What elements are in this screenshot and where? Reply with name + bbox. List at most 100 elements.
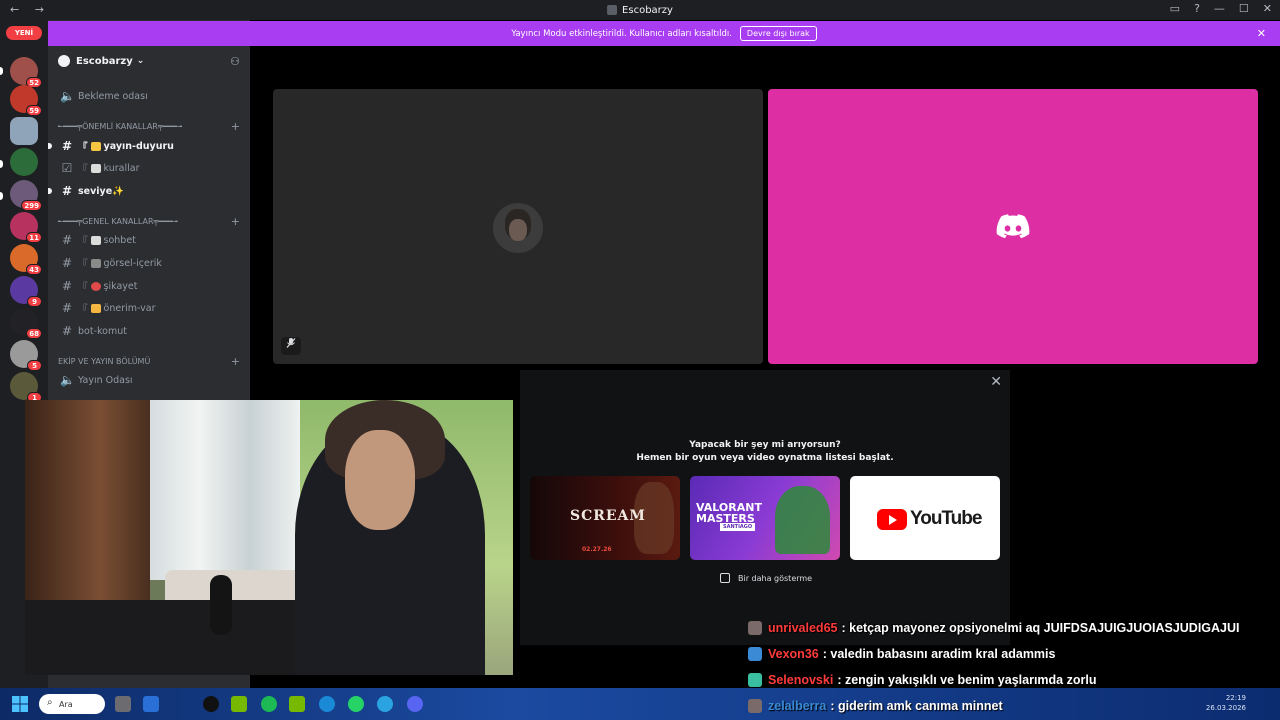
server-icon-6[interactable]: 11 bbox=[10, 212, 42, 243]
server-header[interactable]: Escobarzy ⌄ ⚇ bbox=[48, 48, 250, 74]
whatsapp-app-icon[interactable] bbox=[348, 696, 364, 712]
category-team[interactable]: EKİP VE YAYIN BÖLÜMÜ + bbox=[58, 354, 240, 368]
category-important[interactable]: ╾━━━╤ÖNEMLİ KANALLAR╤━━━╼ + bbox=[58, 119, 240, 133]
channel-name: bot-komut bbox=[78, 325, 127, 337]
channel-prefix: 『 bbox=[78, 259, 88, 270]
youtube-logo: YouTube bbox=[877, 508, 982, 530]
voice-channel-yayin[interactable]: 🔈 Yayın Odası bbox=[60, 371, 133, 389]
close-banner-icon[interactable]: ✕ bbox=[1257, 27, 1266, 40]
title-bar: ← → Escobarzy ▭ ? — ☐ ✕ bbox=[0, 0, 1280, 20]
close-window-button[interactable]: ✕ bbox=[1263, 2, 1272, 15]
youtube-play-icon bbox=[877, 508, 907, 530]
channel-sikayet[interactable]: # 『 şikayet bbox=[60, 277, 137, 295]
nvidia-app-icon[interactable] bbox=[231, 696, 247, 712]
minimize-button[interactable]: — bbox=[1214, 2, 1225, 15]
card-subtitle: 02.27.26 bbox=[582, 546, 612, 553]
spotify-app-icon[interactable] bbox=[261, 696, 277, 712]
channel-prefix: 『 bbox=[78, 164, 88, 175]
help-icon[interactable]: ? bbox=[1194, 2, 1200, 15]
activity-card-valorant[interactable]: VALORANT MASTERS SANTIAGO bbox=[690, 476, 840, 560]
server-icon-7[interactable]: 43 bbox=[10, 244, 42, 275]
activity-subheading: Hemen bir oyun veya video oynatma listes… bbox=[636, 453, 894, 463]
server-guild-icon bbox=[58, 55, 70, 67]
channel-prefix: 『 bbox=[78, 304, 88, 315]
webcam-desk bbox=[25, 600, 295, 675]
chevron-down-icon: ⌄ bbox=[136, 56, 145, 66]
system-tray[interactable]: 22:19 26.03.2026 bbox=[1206, 693, 1246, 713]
voice-channel-bekleme[interactable]: 🔈 Bekleme odası bbox=[60, 87, 148, 105]
taskbar-search[interactable]: Ara bbox=[39, 694, 105, 714]
create-channel-icon[interactable]: + bbox=[231, 120, 240, 133]
mention-badge: 59 bbox=[26, 105, 42, 116]
chat-message: Vexon36 : valedin babasını aradim kral a… bbox=[748, 644, 1280, 664]
channel-sohbet[interactable]: # 『 sohbet bbox=[60, 231, 136, 249]
edge-browser-icon[interactable] bbox=[319, 696, 335, 712]
server-icon-5[interactable]: 299 bbox=[10, 180, 42, 211]
keyboard-emoji-icon bbox=[90, 258, 101, 268]
channel-yayin-duyuru[interactable]: # 『 yayın-duyuru bbox=[48, 137, 174, 155]
activity-heading: Yapacak bir şey mi arıyorsun? bbox=[689, 440, 841, 450]
channel-bot-komut[interactable]: # bot-komut bbox=[60, 322, 127, 340]
windows-start-icon[interactable] bbox=[12, 696, 28, 712]
invite-people-icon[interactable]: ⚇ bbox=[230, 55, 240, 68]
disable-streamer-mode-button[interactable]: Devre dışı bırak bbox=[739, 26, 817, 41]
maximize-button[interactable]: ☐ bbox=[1239, 2, 1249, 15]
chat-user-badge-icon bbox=[748, 647, 762, 661]
voice-tile-user[interactable] bbox=[273, 89, 763, 364]
geforce-app-icon[interactable] bbox=[289, 696, 305, 712]
category-general[interactable]: ╾━━━╤GENEL KANALLAR╤━━━╼ + bbox=[58, 214, 240, 228]
channel-prefix: 『 bbox=[78, 236, 88, 247]
server-icon-2[interactable]: 59 bbox=[10, 85, 42, 116]
memo-emoji-icon bbox=[90, 163, 101, 173]
telegram-app-icon[interactable] bbox=[377, 696, 393, 712]
mention-badge: 9 bbox=[27, 296, 42, 307]
webcam-curtain bbox=[150, 400, 300, 580]
hash-icon: # bbox=[61, 301, 73, 315]
dont-show-again[interactable]: Bir daha gösterme bbox=[720, 573, 812, 583]
channel-seviye[interactable]: # seviye✨ bbox=[48, 182, 124, 200]
webcam-overlay bbox=[25, 400, 513, 675]
edge-app-icon[interactable] bbox=[143, 696, 159, 712]
obs-app-icon[interactable] bbox=[203, 696, 219, 712]
create-channel-icon[interactable]: + bbox=[231, 355, 240, 368]
server-icon-3[interactable] bbox=[10, 117, 38, 145]
inbox-icon[interactable]: ▭ bbox=[1170, 2, 1180, 15]
activity-card-scream[interactable]: SCREAM 02.27.26 bbox=[530, 476, 680, 560]
new-unreads-pill[interactable]: YENİ bbox=[6, 26, 42, 40]
channel-onerim-var[interactable]: # 『 önerim-var bbox=[60, 299, 156, 317]
server-name: Escobarzy bbox=[76, 55, 133, 67]
mention-badge: 5 bbox=[27, 360, 42, 371]
forward-arrow-icon[interactable]: → bbox=[35, 3, 44, 16]
chat-text: : giderim amk canıma minnet bbox=[830, 699, 1003, 713]
server-icon-9[interactable]: 68 bbox=[10, 308, 42, 339]
server-icon-8[interactable]: 9 bbox=[10, 276, 42, 307]
dont-show-checkbox[interactable] bbox=[720, 573, 730, 583]
banner-text: Yayıncı Modu etkinleştirildi. Kullanıcı … bbox=[511, 28, 732, 39]
chat-username: zelalberra bbox=[768, 699, 827, 713]
channel-name: kurallar bbox=[103, 162, 140, 174]
voice-tile-discord[interactable] bbox=[768, 89, 1258, 364]
close-activity-icon[interactable]: ✕ bbox=[990, 374, 1002, 390]
channel-name: sohbet bbox=[103, 234, 136, 246]
server-icon-11[interactable]: 1 bbox=[10, 372, 42, 403]
dont-show-label: Bir daha gösterme bbox=[738, 573, 813, 583]
task-view-icon[interactable] bbox=[115, 696, 131, 712]
webcam-microphone bbox=[210, 575, 232, 635]
speaker-icon: 🔈 bbox=[60, 89, 75, 103]
server-icon-4[interactable] bbox=[10, 148, 38, 176]
chat-message: zelalberra : giderim amk canıma minnet bbox=[748, 696, 1280, 716]
activity-card-youtube[interactable]: YouTube bbox=[850, 476, 1000, 560]
channel-kurallar[interactable]: ☑ 『 kurallar bbox=[60, 159, 140, 177]
server-icon-10[interactable]: 5 bbox=[10, 340, 42, 371]
chat-username: Selenovski bbox=[768, 673, 834, 687]
hash-icon: # bbox=[61, 184, 73, 198]
hash-icon: # bbox=[61, 324, 73, 338]
server-icon-1[interactable]: 52 bbox=[10, 57, 42, 88]
channel-gorsel-icerik[interactable]: # 『 görsel-içerik bbox=[60, 254, 162, 272]
mention-badge: 68 bbox=[26, 328, 42, 339]
create-channel-icon[interactable]: + bbox=[231, 215, 240, 228]
category-name: ╾━━━╤GENEL KANALLAR╤━━━╼ bbox=[58, 216, 178, 226]
back-arrow-icon[interactable]: ← bbox=[10, 3, 19, 16]
discord-app-icon[interactable] bbox=[407, 696, 423, 712]
activity-launcher: ✕ Yapacak bir şey mi arıyorsun? Hemen bi… bbox=[520, 370, 1010, 645]
